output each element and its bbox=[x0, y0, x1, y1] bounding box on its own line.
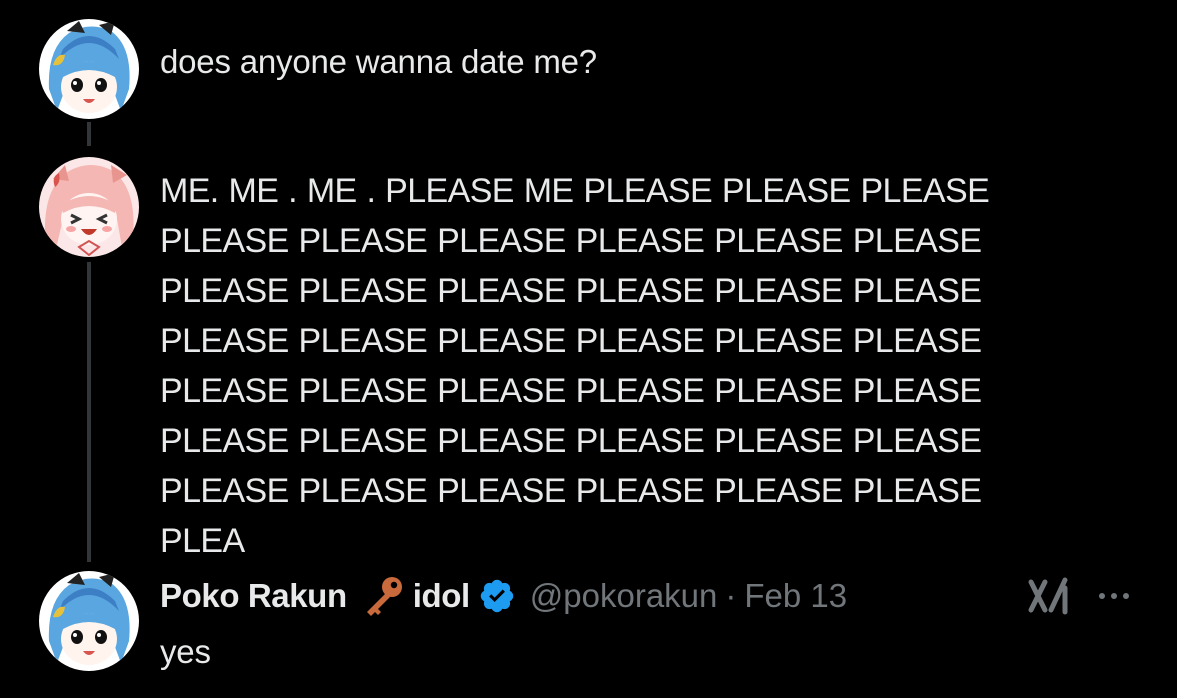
post-text: ME. ME . ME . PLEASE ME PLEASE PLEASE PL… bbox=[160, 172, 990, 560]
post-date[interactable]: Feb 13 bbox=[744, 577, 847, 615]
thread-connector bbox=[87, 122, 91, 146]
more-icon[interactable] bbox=[1094, 582, 1134, 610]
role-label: idol bbox=[412, 577, 470, 614]
user-handle[interactable]: @pokorakun bbox=[530, 577, 718, 615]
avatar-poko-rakun[interactable] bbox=[39, 19, 139, 119]
thread-connector bbox=[87, 262, 91, 562]
reply-header: Poko Rakun idol @pokorakun · Feb 13 bbox=[160, 574, 847, 618]
grok-icon[interactable] bbox=[1027, 576, 1071, 616]
key-icon bbox=[359, 572, 407, 620]
reply-text: yes bbox=[160, 633, 211, 670]
separator-dot: · bbox=[725, 577, 737, 614]
avatar-poko-rakun[interactable] bbox=[39, 571, 139, 671]
post-text: does anyone wanna date me? bbox=[160, 43, 597, 80]
verified-icon[interactable] bbox=[478, 577, 516, 615]
avatar-replier[interactable] bbox=[39, 157, 139, 257]
display-name[interactable]: Poko Rakun bbox=[160, 577, 347, 615]
